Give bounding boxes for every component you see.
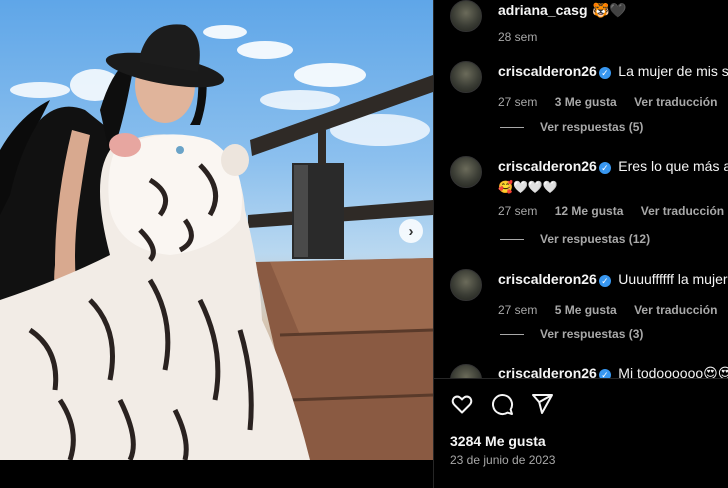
comment-button[interactable] [490,392,514,416]
chevron-right-icon: › [408,222,414,240]
replies-line [500,333,524,335]
comment-likes[interactable]: 3 Me gusta [555,95,617,109]
heart-icon [451,395,473,414]
comment-likes[interactable]: 12 Me gusta [555,204,624,218]
comment-text: Uuuuffffff la mujer de mi vida [618,271,728,287]
post-author-row: adriana_casg 🐯🖤 28 sem [450,0,728,44]
actions-divider [434,378,728,379]
post-date: 23 de junio de 2023 [450,453,556,467]
comment-item: criscalderon26✓ Uuuuffffff la mujer de m… [450,269,728,317]
comment-text: La mujer de mis sueños [618,63,728,79]
verified-badge-icon: ✓ [598,369,611,378]
post-likes[interactable]: 3284 Me gusta [450,433,546,449]
share-button[interactable] [530,392,554,416]
comment-item: criscalderon26 ✓ Mi todoooooo😍😍 [450,364,728,378]
comment-emojis: 🥰🤍🤍🤍 [498,180,558,194]
comment-age[interactable]: 27 sem [498,303,537,317]
comment-text: Eres lo que más amo [618,158,728,174]
view-replies-button[interactable]: Ver respuestas (12) [500,232,650,246]
comment-username[interactable]: criscalderon26 [498,63,597,79]
translate-link[interactable]: Ver traducción [634,95,717,109]
post-photo: › [0,0,433,460]
view-replies-button[interactable]: Ver respuestas (3) [500,327,643,341]
comment-username[interactable]: criscalderon26 [498,365,597,378]
comment-item: criscalderon26✓ Eres lo que más amo 🥰🤍🤍🤍… [450,156,728,218]
photo-bottom-strip [0,460,433,488]
next-photo-button[interactable]: › [399,219,423,243]
comment-icon [492,394,514,416]
translate-link[interactable]: Ver traducción [634,303,717,317]
author-emoji: 🐯🖤 [591,2,627,18]
view-replies-button[interactable]: Ver respuestas (5) [500,120,643,134]
replies-line [500,126,524,128]
comment-item: criscalderon26✓ La mujer de mis sueños 2… [450,61,728,109]
like-button[interactable] [450,392,474,416]
comment-username[interactable]: criscalderon26 [498,271,597,287]
verified-badge-icon: ✓ [598,67,611,79]
comment-avatar[interactable] [450,269,482,301]
comment-avatar[interactable] [450,61,482,93]
author-avatar[interactable] [450,0,482,32]
comment-age[interactable]: 27 sem [498,204,537,218]
view-replies-label: Ver respuestas (12) [540,232,651,246]
view-replies-label: Ver respuestas (5) [540,120,644,134]
share-icon [532,394,553,414]
post-actions [450,392,554,416]
view-replies-label: Ver respuestas (3) [540,327,644,341]
author-username[interactable]: adriana_casg [498,2,588,18]
translate-link[interactable]: Ver traducción [641,204,724,218]
photo-illustration [0,24,433,460]
comment-avatar[interactable] [450,364,482,378]
comment-likes[interactable]: 5 Me gusta [555,303,617,317]
comment-avatar[interactable] [450,156,482,188]
post-age[interactable]: 28 sem [498,30,537,44]
comments-panel: adriana_casg 🐯🖤 28 sem criscalderon26 ✓ L… [433,0,728,488]
comment-username[interactable]: criscalderon26 [498,158,597,174]
comment-age[interactable]: 27 sem [498,95,537,109]
replies-line [500,238,524,240]
comment-text: Mi todoooooo😍😍 [618,365,728,378]
verified-badge-icon: ✓ [598,275,611,287]
verified-badge-icon: ✓ [598,162,611,174]
